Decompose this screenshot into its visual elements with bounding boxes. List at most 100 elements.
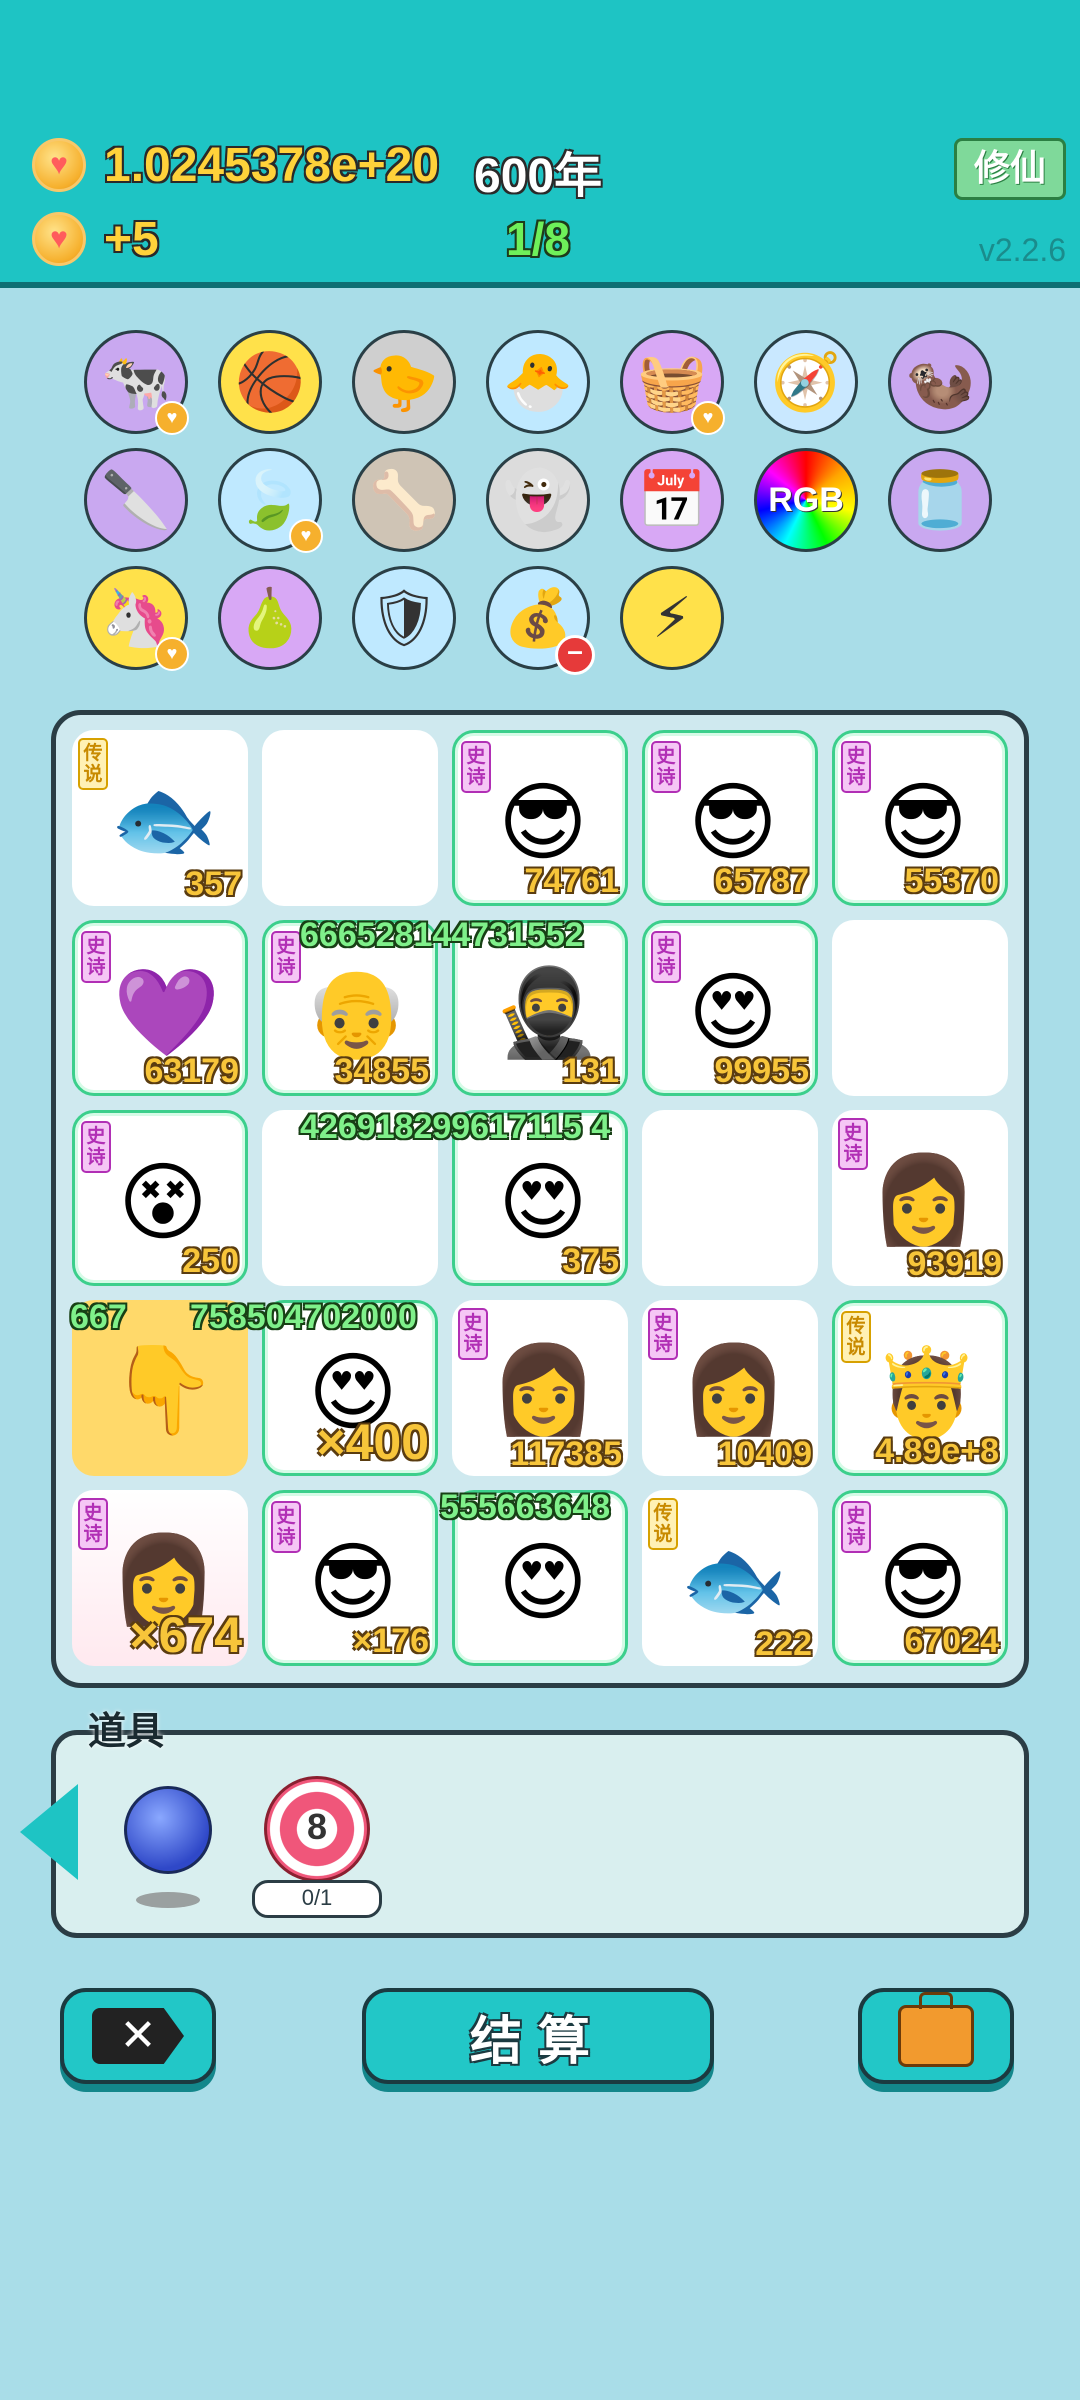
character-icon: 👩	[490, 1342, 598, 1438]
floating-number: 758504702000	[190, 1298, 417, 1336]
cell-value: 67024	[904, 1622, 999, 1660]
year-counter: 600年	[474, 150, 603, 203]
briefcase-icon	[898, 1992, 974, 2067]
cell-value: 4.89e+8	[875, 1432, 999, 1470]
slot-cell[interactable]: 史诗 😎 74761	[452, 730, 628, 906]
rarity-tag: 史诗	[651, 931, 681, 983]
character-icon: 👇	[110, 1342, 218, 1438]
character-icon: 😍	[498, 1535, 588, 1631]
blue-ball-tool-icon[interactable]	[124, 1786, 212, 1874]
rarity-tag: 史诗	[458, 1308, 488, 1360]
floating-number: 667	[70, 1298, 127, 1336]
character-icon: 👩	[870, 1152, 978, 1248]
duck-pot-icon[interactable]: 🐤	[352, 330, 456, 434]
ball-shadow	[136, 1892, 200, 1908]
round-progress: 1/8	[506, 213, 570, 265]
cell-value: 357	[185, 865, 242, 903]
slot-cell[interactable]: 史诗 😵 250	[72, 1110, 248, 1286]
rarity-tag: 史诗	[838, 1118, 868, 1170]
cell-value: 99955	[714, 1052, 809, 1090]
slot-cell[interactable]: 传说 🤴 4.89e+8	[832, 1300, 1008, 1476]
cell-value: 93919	[907, 1245, 1002, 1283]
slot-cell[interactable]: 传说 🐟 357	[72, 730, 248, 906]
character-icon: 👩	[680, 1342, 788, 1438]
close-button[interactable]: ✕	[60, 1988, 216, 2084]
target-tool-icon[interactable]: 8	[264, 1776, 370, 1882]
cell-value: 63179	[144, 1052, 239, 1090]
floating-number: 555663648	[440, 1488, 611, 1526]
inventory-button[interactable]	[858, 1988, 1014, 2084]
heart-badge-icon: ♥	[289, 519, 323, 553]
cleaver-icon[interactable]: 🔪	[84, 448, 188, 552]
rarity-tag: 史诗	[841, 741, 871, 793]
minus-badge-icon: –	[555, 635, 595, 675]
fruit-basket-icon[interactable]: 🧺 ♥	[620, 330, 725, 435]
rarity-tag: 传说	[648, 1498, 678, 1550]
tools-prev-arrow[interactable]	[20, 1784, 78, 1880]
slot-cell[interactable]: 史诗 😎 65787	[642, 730, 818, 906]
rarity-tag: 史诗	[461, 741, 491, 793]
slot-cell[interactable]: 史诗 😎 ×176	[262, 1490, 438, 1666]
empty-slot[interactable]	[832, 920, 1008, 1096]
meerkats-icon[interactable]: 🦦	[888, 330, 992, 434]
pet-food-icon[interactable]: 🦴	[352, 448, 456, 552]
slot-cell[interactable]: 史诗 😍 99955	[642, 920, 818, 1096]
rarity-tag: 史诗	[81, 931, 111, 983]
cell-value: 10409	[717, 1435, 812, 1473]
slot-cell[interactable]: 史诗 👩 ×674	[72, 1490, 248, 1666]
cell-value: 250	[182, 1242, 239, 1280]
cell-value: 74761	[524, 862, 619, 900]
character-icon: 🐟	[110, 772, 218, 868]
slot-cell[interactable]: 史诗 👩 93919	[832, 1110, 1008, 1286]
close-icon: ✕	[92, 2008, 184, 2064]
slot-cell[interactable]: 史诗 😎 55370	[832, 730, 1008, 906]
slot-cell[interactable]: 史诗 👩 117385	[452, 1300, 628, 1476]
top-bar: 1.0245378e+20 600年 +5 1/8 修仙 v2.2.6	[0, 0, 1080, 288]
cell-value: 222	[755, 1625, 812, 1663]
cell-value: 117385	[510, 1435, 622, 1473]
slot-cell[interactable]: 传说 🐟 222	[642, 1490, 818, 1666]
rarity-tag: 史诗	[81, 1121, 111, 1173]
cows-icon[interactable]: 🐄 ♥	[84, 330, 189, 435]
lightning-icon[interactable]: ⚡	[620, 566, 724, 670]
pomelo-icon[interactable]: 🍐	[218, 566, 322, 670]
version-label: v2.2.6	[978, 232, 1066, 268]
rarity-tag: 史诗	[271, 931, 301, 983]
slot-cell[interactable]: 史诗 😎 67024	[832, 1490, 1008, 1666]
heart-badge-icon: ♥	[155, 401, 189, 435]
slot-cell[interactable]: 史诗 💜 63179	[72, 920, 248, 1096]
sack-icon[interactable]: 💰 –	[486, 566, 595, 675]
heart-badge-icon: ♥	[691, 401, 725, 435]
calendar-icon[interactable]: 📅	[620, 448, 724, 552]
chick-egg-icon[interactable]: 🐣	[486, 330, 590, 434]
coin-total: 1.0245378e+20	[104, 139, 440, 192]
jar-icon[interactable]: 🫙	[888, 448, 992, 552]
slot-cell[interactable]: 史诗 👩 10409	[642, 1300, 818, 1476]
xiuxian-button[interactable]: 修仙	[954, 138, 1066, 200]
rgb-icon[interactable]: RGB	[754, 448, 858, 552]
empty-slot[interactable]	[262, 730, 438, 906]
leaf-icon[interactable]: 🍃 ♥	[218, 448, 323, 553]
tools-title: 道具	[88, 1711, 165, 1753]
settle-button[interactable]: 结算	[362, 1988, 714, 2084]
empty-slot[interactable]	[642, 1110, 818, 1286]
rarity-tag: 史诗	[841, 1501, 871, 1553]
floating-number: 426918299617115 4	[300, 1108, 611, 1146]
rarity-tag: 传说	[78, 738, 108, 790]
income-coin-icon	[32, 212, 86, 266]
unicorn-icon[interactable]: 🦄 ♥	[84, 566, 189, 671]
cell-value: ×176	[352, 1622, 429, 1660]
shield-wrench-icon[interactable]: 🛡	[352, 566, 456, 670]
cell-value: ×400	[316, 1414, 429, 1470]
coin-icon	[32, 138, 86, 192]
character-icon: 🐟	[680, 1532, 788, 1628]
heart-badge-icon: ♥	[155, 637, 189, 671]
rarity-tag: 史诗	[648, 1308, 678, 1360]
rarity-tag: 史诗	[271, 1501, 301, 1553]
cell-value: ×674	[129, 1607, 242, 1663]
rarity-tag: 传说	[841, 1311, 871, 1363]
cell-value: 34855	[334, 1052, 429, 1090]
basketballs-icon[interactable]: 🏀	[218, 330, 322, 434]
ghost-icon[interactable]: 👻	[486, 448, 590, 552]
compass-icon[interactable]: 🧭	[754, 330, 858, 434]
